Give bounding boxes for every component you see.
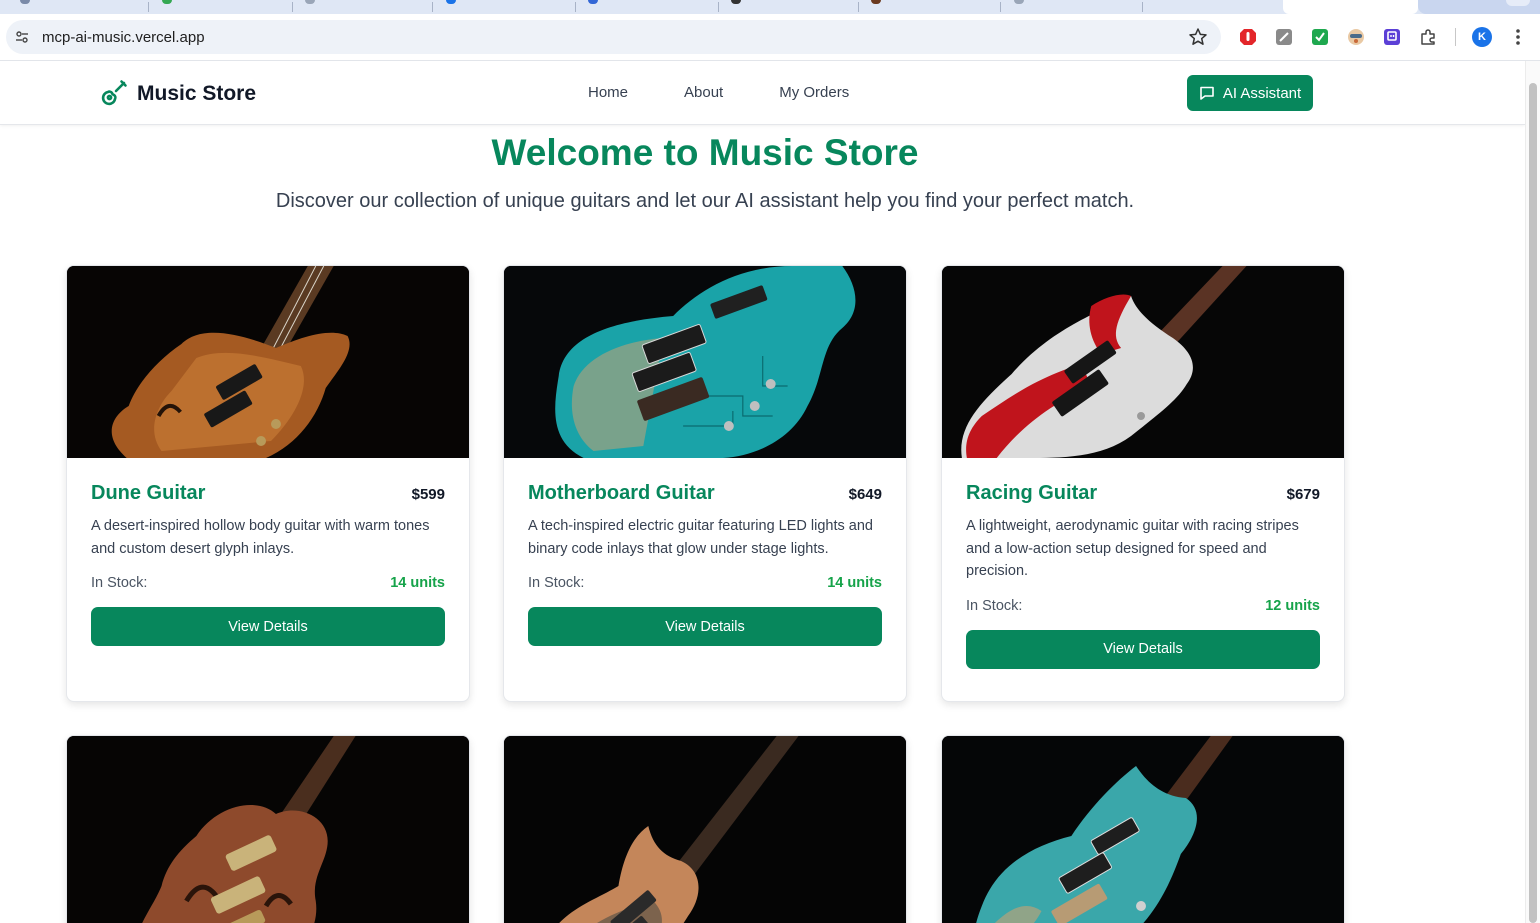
tab-favicon[interactable] <box>162 0 172 4</box>
tab-favicon[interactable] <box>20 0 30 4</box>
url-text[interactable]: mcp-ai-music.vercel.app <box>42 29 205 46</box>
green-ext-icon[interactable] <box>1311 28 1329 46</box>
page-viewport: Music Store Home About My Orders AI Assi… <box>0 62 1525 923</box>
nav-my-orders-link[interactable]: My Orders <box>779 84 849 101</box>
tab-divider <box>858 2 859 12</box>
purple-ext-icon[interactable] <box>1383 28 1401 46</box>
browser-toolbar: mcp-ai-music.vercel.app K <box>0 14 1540 61</box>
tab-divider <box>1000 2 1001 12</box>
dune-guitar-image <box>67 266 469 458</box>
tab-favicon[interactable] <box>731 0 741 4</box>
product-image[interactable] <box>504 736 906 923</box>
browser-tab-strip <box>0 0 1540 14</box>
adblock-icon[interactable] <box>1239 28 1257 46</box>
tab-divider <box>575 2 576 12</box>
tab-favicon[interactable] <box>446 0 456 4</box>
stock-label: In Stock: <box>528 575 585 591</box>
page-subtitle: Discover our collection of unique guitar… <box>275 190 1135 212</box>
product-card <box>503 735 907 923</box>
active-tab[interactable] <box>1283 0 1418 14</box>
brand-logo-link[interactable]: Music Store <box>97 78 256 110</box>
tab-divider <box>1142 2 1143 12</box>
page-title: Welcome to Music Store <box>491 132 919 173</box>
site-navbar: Music Store Home About My Orders AI Assi… <box>0 62 1525 125</box>
product-description: A tech-inspired electric guitar featurin… <box>528 518 873 557</box>
nav-about-link[interactable]: About <box>684 84 723 101</box>
product-card <box>941 735 1345 923</box>
product-card <box>66 735 470 923</box>
browser-menu-icon[interactable] <box>1509 27 1527 47</box>
tab-favicon[interactable] <box>305 0 315 4</box>
product-card-dune: Dune Guitar $599 A desert-inspired hollo… <box>66 265 470 702</box>
profile-avatar[interactable]: K <box>1472 27 1492 47</box>
chat-bubble-icon <box>1200 86 1214 100</box>
scrollbar-thumb[interactable] <box>1529 83 1537 923</box>
ai-assistant-label: AI Assistant <box>1222 84 1302 102</box>
tab-favicon[interactable] <box>588 0 598 4</box>
puzzle-icon[interactable] <box>1419 28 1437 46</box>
tab-divider <box>432 2 433 12</box>
page-scrollbar[interactable] <box>1525 61 1540 923</box>
product-card-motherboard: Motherboard Guitar $649 A tech-inspired … <box>503 265 907 702</box>
tab-divider <box>292 2 293 12</box>
view-details-button[interactable]: View Details <box>528 607 882 646</box>
product-image[interactable] <box>67 736 469 923</box>
product-name[interactable]: Dune Guitar <box>91 482 205 505</box>
product-description: A desert-inspired hollow body guitar wit… <box>91 518 430 557</box>
tab-search-button[interactable] <box>1506 0 1530 6</box>
motherboard-guitar-image <box>504 266 906 458</box>
guitar-logo-icon <box>101 80 127 106</box>
brand-name: Music Store <box>137 82 257 105</box>
stock-count: 12 units <box>1265 597 1320 614</box>
product-card-racing: Racing Guitar $679 A lightweight, aerody… <box>941 265 1345 702</box>
view-details-button[interactable]: View Details <box>966 629 1320 669</box>
tab-favicon[interactable] <box>871 0 881 4</box>
stock-label: In Stock: <box>91 575 148 591</box>
address-bar[interactable]: mcp-ai-music.vercel.app <box>6 20 1221 54</box>
product-image-motherboard-guitar[interactable] <box>504 266 906 458</box>
nav-home-link[interactable]: Home <box>588 84 628 101</box>
avatar-ext-icon[interactable] <box>1347 28 1365 46</box>
stock-count: 14 units <box>390 575 445 591</box>
ai-assistant-button[interactable]: AI Assistant <box>1187 75 1313 111</box>
product-price: $649 <box>848 486 882 503</box>
product-image[interactable] <box>942 736 1344 923</box>
view-details-button[interactable]: View Details <box>91 607 445 646</box>
copper-guitar-image <box>504 736 906 923</box>
product-image-dune-guitar[interactable] <box>67 266 469 458</box>
product-image-racing-guitar[interactable] <box>942 266 1344 458</box>
bookmark-star-icon[interactable] <box>1188 27 1208 47</box>
nav-links: Home About My Orders <box>588 84 905 101</box>
product-description: A lightweight, aerodynamic guitar with r… <box>966 518 1299 579</box>
product-price: $679 <box>1286 486 1320 503</box>
stock-label: In Stock: <box>966 597 1023 614</box>
product-price: $599 <box>411 486 445 503</box>
pen-ext-icon[interactable] <box>1275 28 1293 46</box>
stock-count: 14 units <box>827 575 882 591</box>
tab-divider <box>718 2 719 12</box>
tab-divider <box>148 2 149 12</box>
toolbar-divider <box>1455 28 1456 46</box>
racing-guitar-image <box>942 266 1344 458</box>
hollowbody-guitar-image <box>67 736 469 923</box>
tab-favicon[interactable] <box>1014 0 1024 4</box>
product-name[interactable]: Motherboard Guitar <box>528 482 715 505</box>
site-settings-icon[interactable] <box>15 30 29 44</box>
teal-guitar-image <box>942 736 1344 923</box>
product-name[interactable]: Racing Guitar <box>966 482 1097 505</box>
